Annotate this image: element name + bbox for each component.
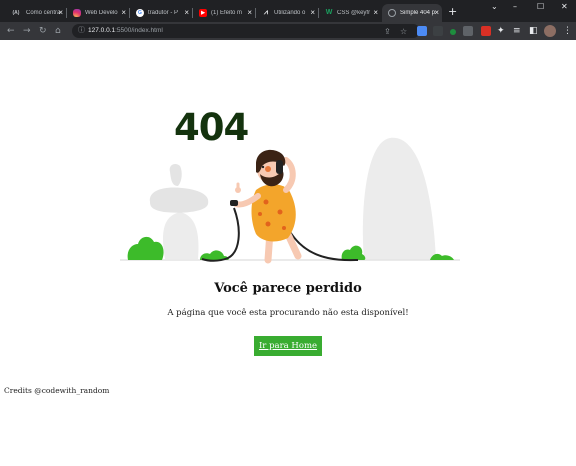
more-menu-icon[interactable]: ⋮	[563, 25, 572, 37]
not-available-message: A página que você esta procurando não es…	[167, 308, 409, 318]
close-tab-icon[interactable]: ×	[247, 8, 252, 18]
go-home-button[interactable]: Ir para Home	[254, 336, 322, 356]
tab-favicon-a-icon: (A)	[12, 10, 20, 16]
youtube-icon: ▶	[199, 9, 207, 17]
close-tab-icon[interactable]: ×	[373, 8, 378, 18]
caveman-figure	[230, 149, 302, 264]
extension-generic-icon[interactable]	[463, 26, 473, 36]
reload-icon[interactable]: ↻	[39, 25, 47, 37]
extensions-puzzle-icon[interactable]: ✦	[497, 25, 505, 37]
minimize-button[interactable]: –	[513, 2, 517, 11]
lost-heading: Você parece perdido	[214, 281, 362, 296]
home-icon[interactable]: ⌂	[55, 25, 61, 37]
maximize-button[interactable]: ☐	[537, 2, 544, 11]
close-window-button[interactable]: ✕	[561, 2, 568, 11]
close-tab-icon[interactable]: ×	[434, 8, 439, 18]
tab-strip: (A) Como centra × Web Develo × G traduto…	[0, 0, 576, 22]
tab-utilizando[interactable]: ⩘ Utilizando o ×	[256, 4, 318, 22]
left-bush	[127, 236, 164, 260]
back-arrow-icon[interactable]: ←	[7, 25, 15, 37]
reading-list-icon[interactable]: ≡	[513, 25, 521, 37]
lost-caveman-illustration	[120, 137, 460, 264]
site-info-icon[interactable]: ⓘ	[78, 24, 85, 38]
google-icon: G	[136, 9, 144, 17]
tab-simple-404[interactable]: Simple 404 p ×	[382, 4, 442, 22]
share-icon[interactable]: ⇪	[384, 25, 391, 39]
rock-bush	[341, 245, 366, 260]
close-tab-icon[interactable]: ×	[121, 8, 126, 18]
right-tall-rock	[362, 137, 436, 260]
extension-translate-icon[interactable]	[417, 26, 427, 36]
tab-web-developer[interactable]: Web Develo ×	[67, 4, 129, 22]
profile-avatar[interactable]	[544, 25, 556, 37]
globe-icon	[388, 9, 396, 17]
browser-toolbar: ← → ↻ ⌂ ⓘ 127.0.0.1:5500/index.html ⇪ ☆ …	[0, 22, 576, 40]
m-site-icon: ⩘	[264, 9, 268, 16]
tab-efeito[interactable]: ▶ (1) Efeito m ×	[193, 4, 255, 22]
close-tab-icon[interactable]: ×	[58, 8, 63, 18]
forward-arrow-icon[interactable]: →	[23, 25, 31, 37]
instagram-icon	[73, 9, 81, 17]
tab-tradutor[interactable]: G tradutor - P ×	[130, 4, 192, 22]
close-tab-icon[interactable]: ×	[184, 8, 189, 18]
extension-vpn-icon[interactable]	[433, 26, 443, 36]
tab-como-centralizar[interactable]: (A) Como centra ×	[4, 4, 66, 22]
bookmark-star-icon[interactable]: ☆	[400, 25, 407, 39]
address-bar[interactable]: ⓘ 127.0.0.1:5500/index.html ⇪ ☆	[72, 24, 420, 38]
extension-status-icon[interactable]	[450, 29, 456, 35]
url-text[interactable]: 127.0.0.1:5500/index.html	[88, 24, 163, 38]
tab-css-keyframes[interactable]: W CSS @keyfr ×	[319, 4, 381, 22]
new-tab-button[interactable]: +	[448, 5, 457, 18]
tab-search-chevron-icon[interactable]: ⌄	[491, 2, 498, 11]
side-panel-icon[interactable]: ◧	[529, 25, 538, 37]
credits-text: Credits @codewith_random	[4, 386, 110, 395]
extension-red-icon[interactable]	[481, 26, 491, 36]
close-tab-icon[interactable]: ×	[310, 8, 315, 18]
w3schools-icon: W	[325, 9, 333, 16]
